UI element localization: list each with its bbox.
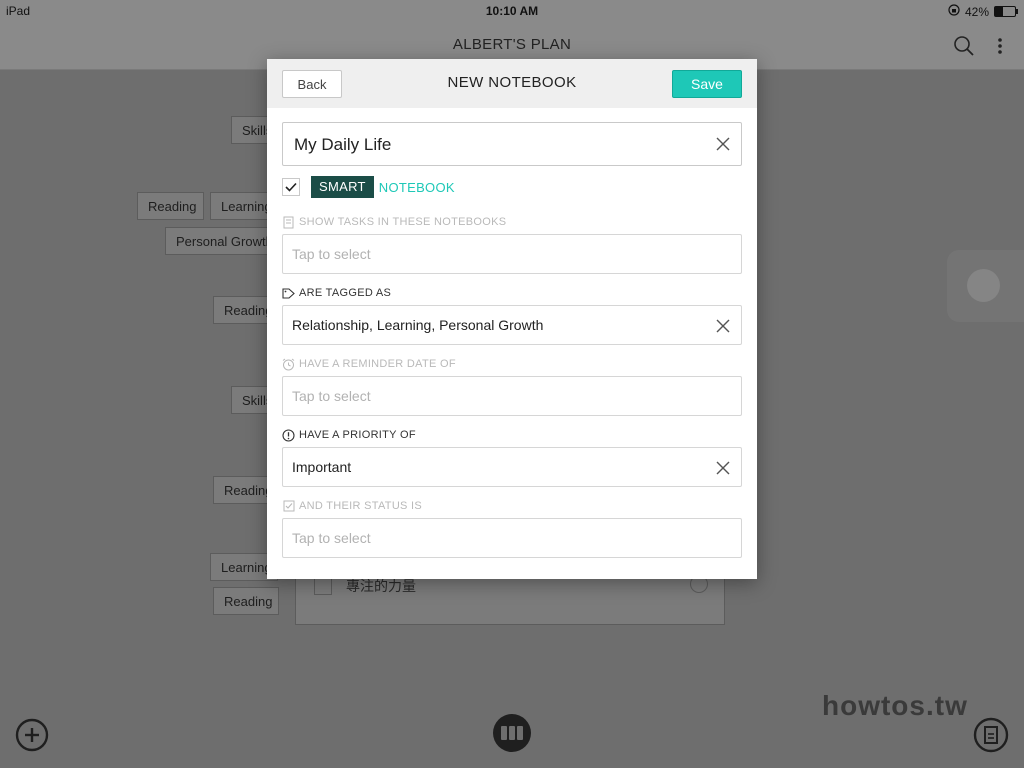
priority-select[interactable]: Important — [282, 447, 742, 487]
more-vertical-icon[interactable] — [988, 34, 1012, 58]
rotation-lock-icon — [948, 4, 960, 19]
status-select[interactable]: Tap to select — [282, 518, 742, 558]
task-checkbox[interactable] — [314, 577, 332, 595]
notebook-name-value: My Daily Life — [294, 135, 392, 154]
notebook-icon[interactable] — [973, 717, 1009, 753]
watermark: howtos.tw — [822, 690, 968, 721]
clear-tags-icon[interactable] — [715, 318, 731, 334]
reminder-section-label: HAVE A REMINDER DATE OF — [282, 357, 456, 371]
reminder-select[interactable]: Tap to select — [282, 376, 742, 416]
smart-checkbox[interactable] — [282, 178, 300, 196]
tags-select[interactable]: Relationship, Learning, Personal Growth — [282, 305, 742, 345]
checkmark-icon — [285, 182, 297, 192]
priority-section-label: HAVE A PRIORITY OF — [282, 428, 416, 442]
notebooks-select[interactable]: Tap to select — [282, 234, 742, 274]
notebook-name-field[interactable]: My Daily Life — [282, 122, 742, 166]
tag-chip[interactable]: Reading — [213, 476, 272, 504]
page-title: ALBERT'S PLAN — [452, 36, 572, 53]
status-bar: iPad 10:10 AM 42% — [0, 0, 1024, 22]
tag-chip[interactable]: Reading — [213, 587, 279, 615]
reminder-placeholder: Tap to select — [292, 388, 371, 404]
notebooks-placeholder: Tap to select — [292, 246, 371, 262]
notebook-label: NOTEBOOK — [378, 179, 455, 195]
search-icon[interactable] — [952, 34, 976, 58]
columns-view-icon[interactable] — [493, 714, 531, 752]
smart-label: SMART — [311, 176, 374, 198]
tag-chip[interactable]: Skills — [231, 386, 272, 414]
task-title: 專注的力量 — [346, 579, 416, 595]
status-right: 42% — [948, 4, 1018, 19]
alarm-clock-icon — [282, 358, 295, 371]
add-icon[interactable] — [15, 718, 49, 752]
tags-section-label: ARE TAGGED AS — [282, 286, 391, 300]
clear-priority-icon[interactable] — [715, 460, 731, 476]
status-section-label: AND THEIR STATUS IS — [282, 499, 422, 513]
status-time: 10:10 AM — [485, 4, 539, 18]
alert-circle-icon — [282, 428, 295, 442]
handle-dot-icon — [967, 269, 1000, 302]
tag-chip[interactable]: Skills — [231, 116, 272, 144]
tag-chip[interactable]: Reading — [213, 296, 272, 324]
side-handle[interactable] — [947, 250, 1024, 322]
new-notebook-dialog: Back NEW NOTEBOOK Save My Daily Life SMA… — [267, 59, 757, 579]
notebooks-section-label: SHOW TASKS IN THESE NOTEBOOKS — [282, 215, 506, 229]
smart-notebook-toggle: SMART NOTEBOOK — [282, 176, 455, 198]
checkbox-icon — [282, 500, 295, 513]
tag-chip[interactable]: Personal Growth — [165, 227, 273, 255]
tags-value: Relationship, Learning, Personal Growth — [292, 317, 544, 333]
battery-icon — [994, 6, 1018, 17]
notebook-icon — [282, 216, 295, 229]
status-placeholder: Tap to select — [292, 530, 371, 546]
tag-chip[interactable]: Learning — [210, 192, 272, 220]
tag-chip[interactable]: Reading — [137, 192, 204, 220]
priority-value: Important — [292, 459, 352, 475]
tag-icon — [282, 287, 295, 300]
save-button[interactable]: Save — [672, 70, 742, 98]
clear-icon[interactable] — [715, 136, 731, 152]
dialog-header: Back NEW NOTEBOOK Save — [267, 59, 757, 108]
battery-percent: 42% — [964, 4, 989, 19]
